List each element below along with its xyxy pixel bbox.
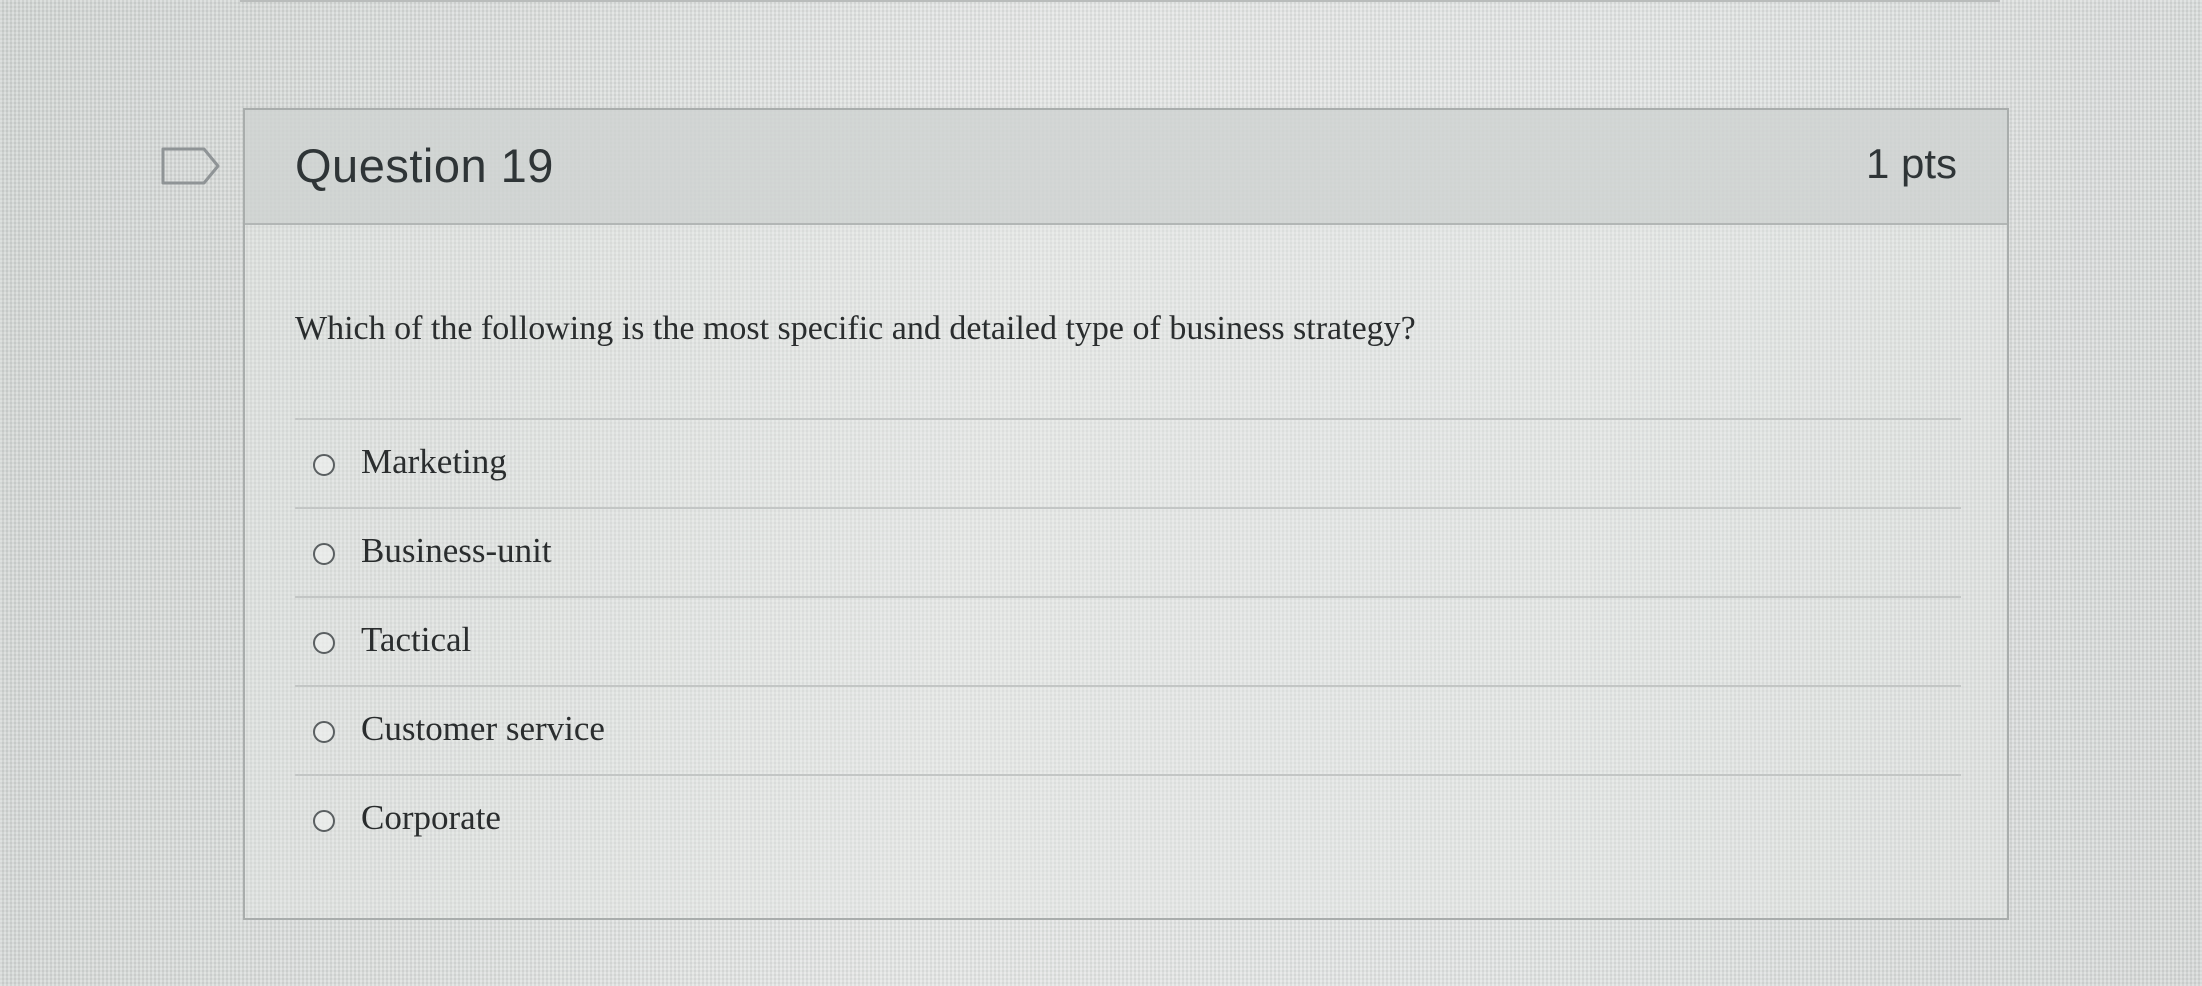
answer-option-corporate[interactable]: Corporate [295,774,1961,863]
answer-label: Customer service [361,709,605,748]
answer-label: Tactical [361,620,472,659]
flag-question-icon[interactable] [160,146,222,186]
answer-option-tactical[interactable]: Tactical [295,596,1961,685]
radio-button[interactable] [313,454,335,476]
radio-button[interactable] [313,721,335,743]
answer-list: Marketing Business-unit Tactical Custome… [295,418,1961,863]
answer-option-customer-service[interactable]: Customer service [295,685,1961,774]
question-points: 1 pts [1865,140,1957,187]
radio-button[interactable] [313,543,335,565]
answer-option-marketing[interactable]: Marketing [295,418,1961,507]
answer-option-business-unit[interactable]: Business-unit [295,507,1961,596]
answer-label: Marketing [361,442,507,481]
question-card: Question 19 1 pts Which of the following… [243,108,2009,920]
question-title: Question 19 [295,139,554,192]
answer-label: Corporate [361,798,501,837]
top-divider [240,0,2000,2]
question-header: Question 19 1 pts [245,110,2007,225]
radio-button[interactable] [313,632,335,654]
question-text: Which of the following is the most speci… [295,310,1416,347]
radio-button[interactable] [313,810,335,832]
answer-label: Business-unit [361,531,552,570]
